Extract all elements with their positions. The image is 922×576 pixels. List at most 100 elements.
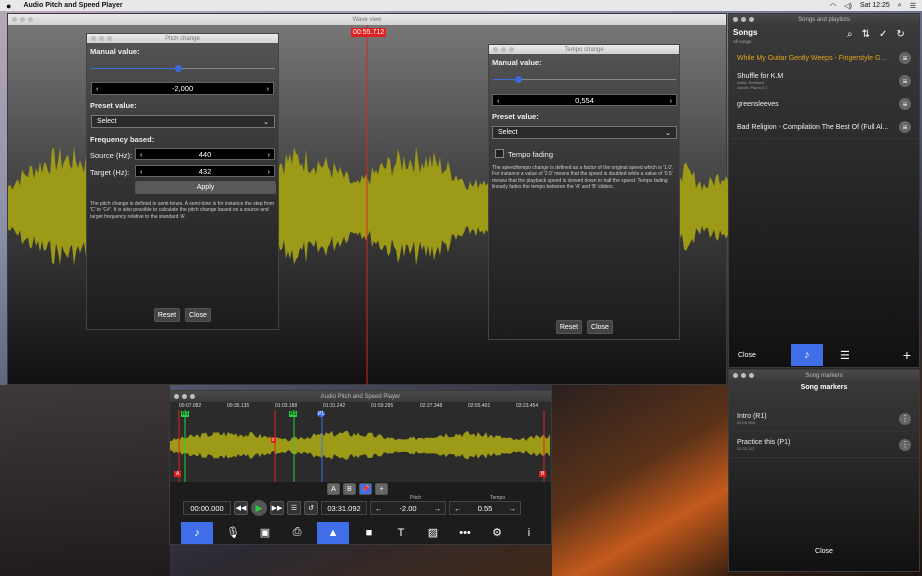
chevron-right-icon[interactable]: › <box>267 84 270 93</box>
mini-waveform-area[interactable]: 00:07.082 00:35.135 01:03.188 01:31.242 … <box>170 402 551 482</box>
volume-icon[interactable]: ◁) <box>844 2 852 10</box>
info-icon[interactable]: i <box>517 522 541 544</box>
close-dot[interactable] <box>91 36 96 41</box>
zoom-dot[interactable] <box>28 17 33 22</box>
gear-icon[interactable]: ⚙ <box>485 522 509 544</box>
more-vertical-icon[interactable]: ⋮ <box>899 412 911 425</box>
more-vertical-icon[interactable]: ⋮ <box>899 438 911 451</box>
marker-r1[interactable]: R1 <box>181 411 190 417</box>
chevron-right-icon[interactable]: › <box>267 150 270 159</box>
set-a-button[interactable]: A <box>327 483 340 495</box>
min-dot[interactable] <box>99 36 104 41</box>
song-row[interactable]: While My Guitar Gently Weeps - Fingersty… <box>729 47 919 70</box>
chevron-left-icon[interactable]: ‹ <box>140 167 143 176</box>
search-icon[interactable]: ⌕ <box>898 2 902 10</box>
tempo-preset-select[interactable]: Select ⌄ <box>492 126 677 139</box>
save-icon[interactable]: ▣ <box>253 522 277 544</box>
min-dot[interactable] <box>741 17 746 22</box>
tempo-value-field[interactable]: ‹ 0,554 › <box>492 94 677 106</box>
source-field[interactable]: ‹ 440 › <box>135 148 275 160</box>
more-icon[interactable]: ≡ <box>899 121 911 133</box>
close-dot[interactable] <box>12 17 17 22</box>
arrow-right-icon[interactable]: → <box>433 504 441 513</box>
loop-icon[interactable]: ↺ <box>304 501 318 515</box>
pitch-value-field[interactable]: ‹ -2,000 › <box>91 82 274 95</box>
marker-row[interactable]: Practice this (P1) 01:23.112 ⋮ <box>729 432 919 458</box>
chevron-right-icon[interactable]: › <box>670 96 673 105</box>
zoom-dot[interactable] <box>107 36 112 41</box>
wifi-icon[interactable]: ◠ <box>830 2 836 10</box>
tempo-slider[interactable] <box>493 76 676 83</box>
marker-row[interactable]: Intro (R1) 00:05.965 ⋮ <box>729 406 919 432</box>
list-icon[interactable]: ☰ <box>833 344 857 366</box>
pitch-close-button[interactable]: Close <box>185 308 211 322</box>
more-icon[interactable]: ••• <box>453 522 477 544</box>
mini-waveform[interactable] <box>170 410 551 482</box>
min-dot[interactable] <box>182 394 187 399</box>
text-icon[interactable]: T <box>389 522 413 544</box>
refresh-icon[interactable]: ↻ <box>896 29 904 40</box>
min-dot[interactable] <box>501 47 506 52</box>
arrow-left-icon[interactable]: ← <box>454 504 462 513</box>
pitch-slider[interactable] <box>91 65 275 72</box>
pitch-preset-select[interactable]: Select ⌄ <box>91 115 275 128</box>
chevron-left-icon[interactable]: ‹ <box>96 84 99 93</box>
min-dot[interactable] <box>741 373 746 378</box>
close-dot[interactable] <box>493 47 498 52</box>
apple-icon[interactable]: ● <box>6 1 11 11</box>
song-row[interactable]: Bad Religion - Compilation The Best Of (… <box>729 116 919 139</box>
close-dot[interactable] <box>733 17 738 22</box>
check-icon[interactable]: ✓ <box>879 29 887 40</box>
songs-close-button[interactable]: Close <box>738 352 756 359</box>
zoom-dot[interactable] <box>749 17 754 22</box>
pitch-slider-knob[interactable] <box>175 65 182 72</box>
music-note-icon[interactable]: ♪ <box>790 344 823 366</box>
song-row[interactable]: Shuffle for K.M Artist: Jimiband Album: P… <box>729 70 919 93</box>
more-icon[interactable]: ≡ <box>899 98 911 110</box>
pin-icon[interactable]: 📌 <box>359 483 372 495</box>
video-icon[interactable]: ■ <box>357 522 381 544</box>
zoom-dot[interactable] <box>190 394 195 399</box>
tempo-close-button[interactable]: Close <box>587 320 613 334</box>
close-dot[interactable] <box>174 394 179 399</box>
set-b-button[interactable]: B <box>343 483 356 495</box>
close-dot[interactable] <box>733 373 738 378</box>
tempo-fading-checkbox[interactable] <box>495 149 504 158</box>
marker-x[interactable]: x <box>271 437 276 443</box>
more-icon[interactable]: ≡ <box>899 52 911 64</box>
min-dot[interactable] <box>20 17 25 22</box>
fast-forward-icon[interactable]: ▶▶ <box>270 501 284 515</box>
song-row[interactable]: greensleeves ≡ <box>729 93 919 116</box>
apply-button[interactable]: Apply <box>135 181 276 194</box>
tempo-reset-button[interactable]: Reset <box>556 320 582 334</box>
rewind-icon[interactable]: ◀◀ <box>234 501 248 515</box>
play-icon[interactable]: ▶ <box>251 500 267 516</box>
microphone-icon[interactable]: 🎙 <box>221 522 245 544</box>
marker-a[interactable]: A <box>174 471 182 477</box>
tempo-stepper[interactable]: ← 0.55 → <box>449 501 521 515</box>
zoom-dot[interactable] <box>509 47 514 52</box>
chevron-left-icon[interactable]: ‹ <box>140 150 143 159</box>
marker-b[interactable]: B <box>539 471 547 477</box>
zoom-dot[interactable] <box>749 373 754 378</box>
target-field[interactable]: ‹ 432 › <box>135 165 275 177</box>
sort-icon[interactable]: ⇅ <box>862 29 870 40</box>
arrow-left-icon[interactable]: ← <box>375 504 383 513</box>
markers-close-button[interactable]: Close <box>729 548 919 555</box>
pitch-reset-button[interactable]: Reset <box>154 308 180 322</box>
pitch-stepper[interactable]: ← -2.00 → <box>370 501 446 515</box>
music-note-icon[interactable]: ♪ <box>181 521 213 544</box>
marker-p1[interactable]: P1 <box>317 411 326 417</box>
add-icon[interactable]: + <box>895 344 919 366</box>
marker-r1-end[interactable]: R1 <box>289 411 298 417</box>
app-menu[interactable]: Audio Pitch and Speed Player <box>23 2 122 9</box>
image-icon[interactable]: ▨ <box>421 522 445 544</box>
arrow-right-icon[interactable]: → <box>508 504 516 513</box>
more-icon[interactable]: ≡ <box>899 75 911 87</box>
export-icon[interactable]: ⎙ <box>285 522 309 544</box>
tempo-slider-knob[interactable] <box>515 76 522 83</box>
menu-icon[interactable]: ☰ <box>910 2 916 10</box>
search-icon[interactable]: ⌕ <box>847 29 853 40</box>
equalizer-icon[interactable]: ☰ <box>287 501 301 515</box>
add-marker-button[interactable]: + <box>375 483 388 495</box>
